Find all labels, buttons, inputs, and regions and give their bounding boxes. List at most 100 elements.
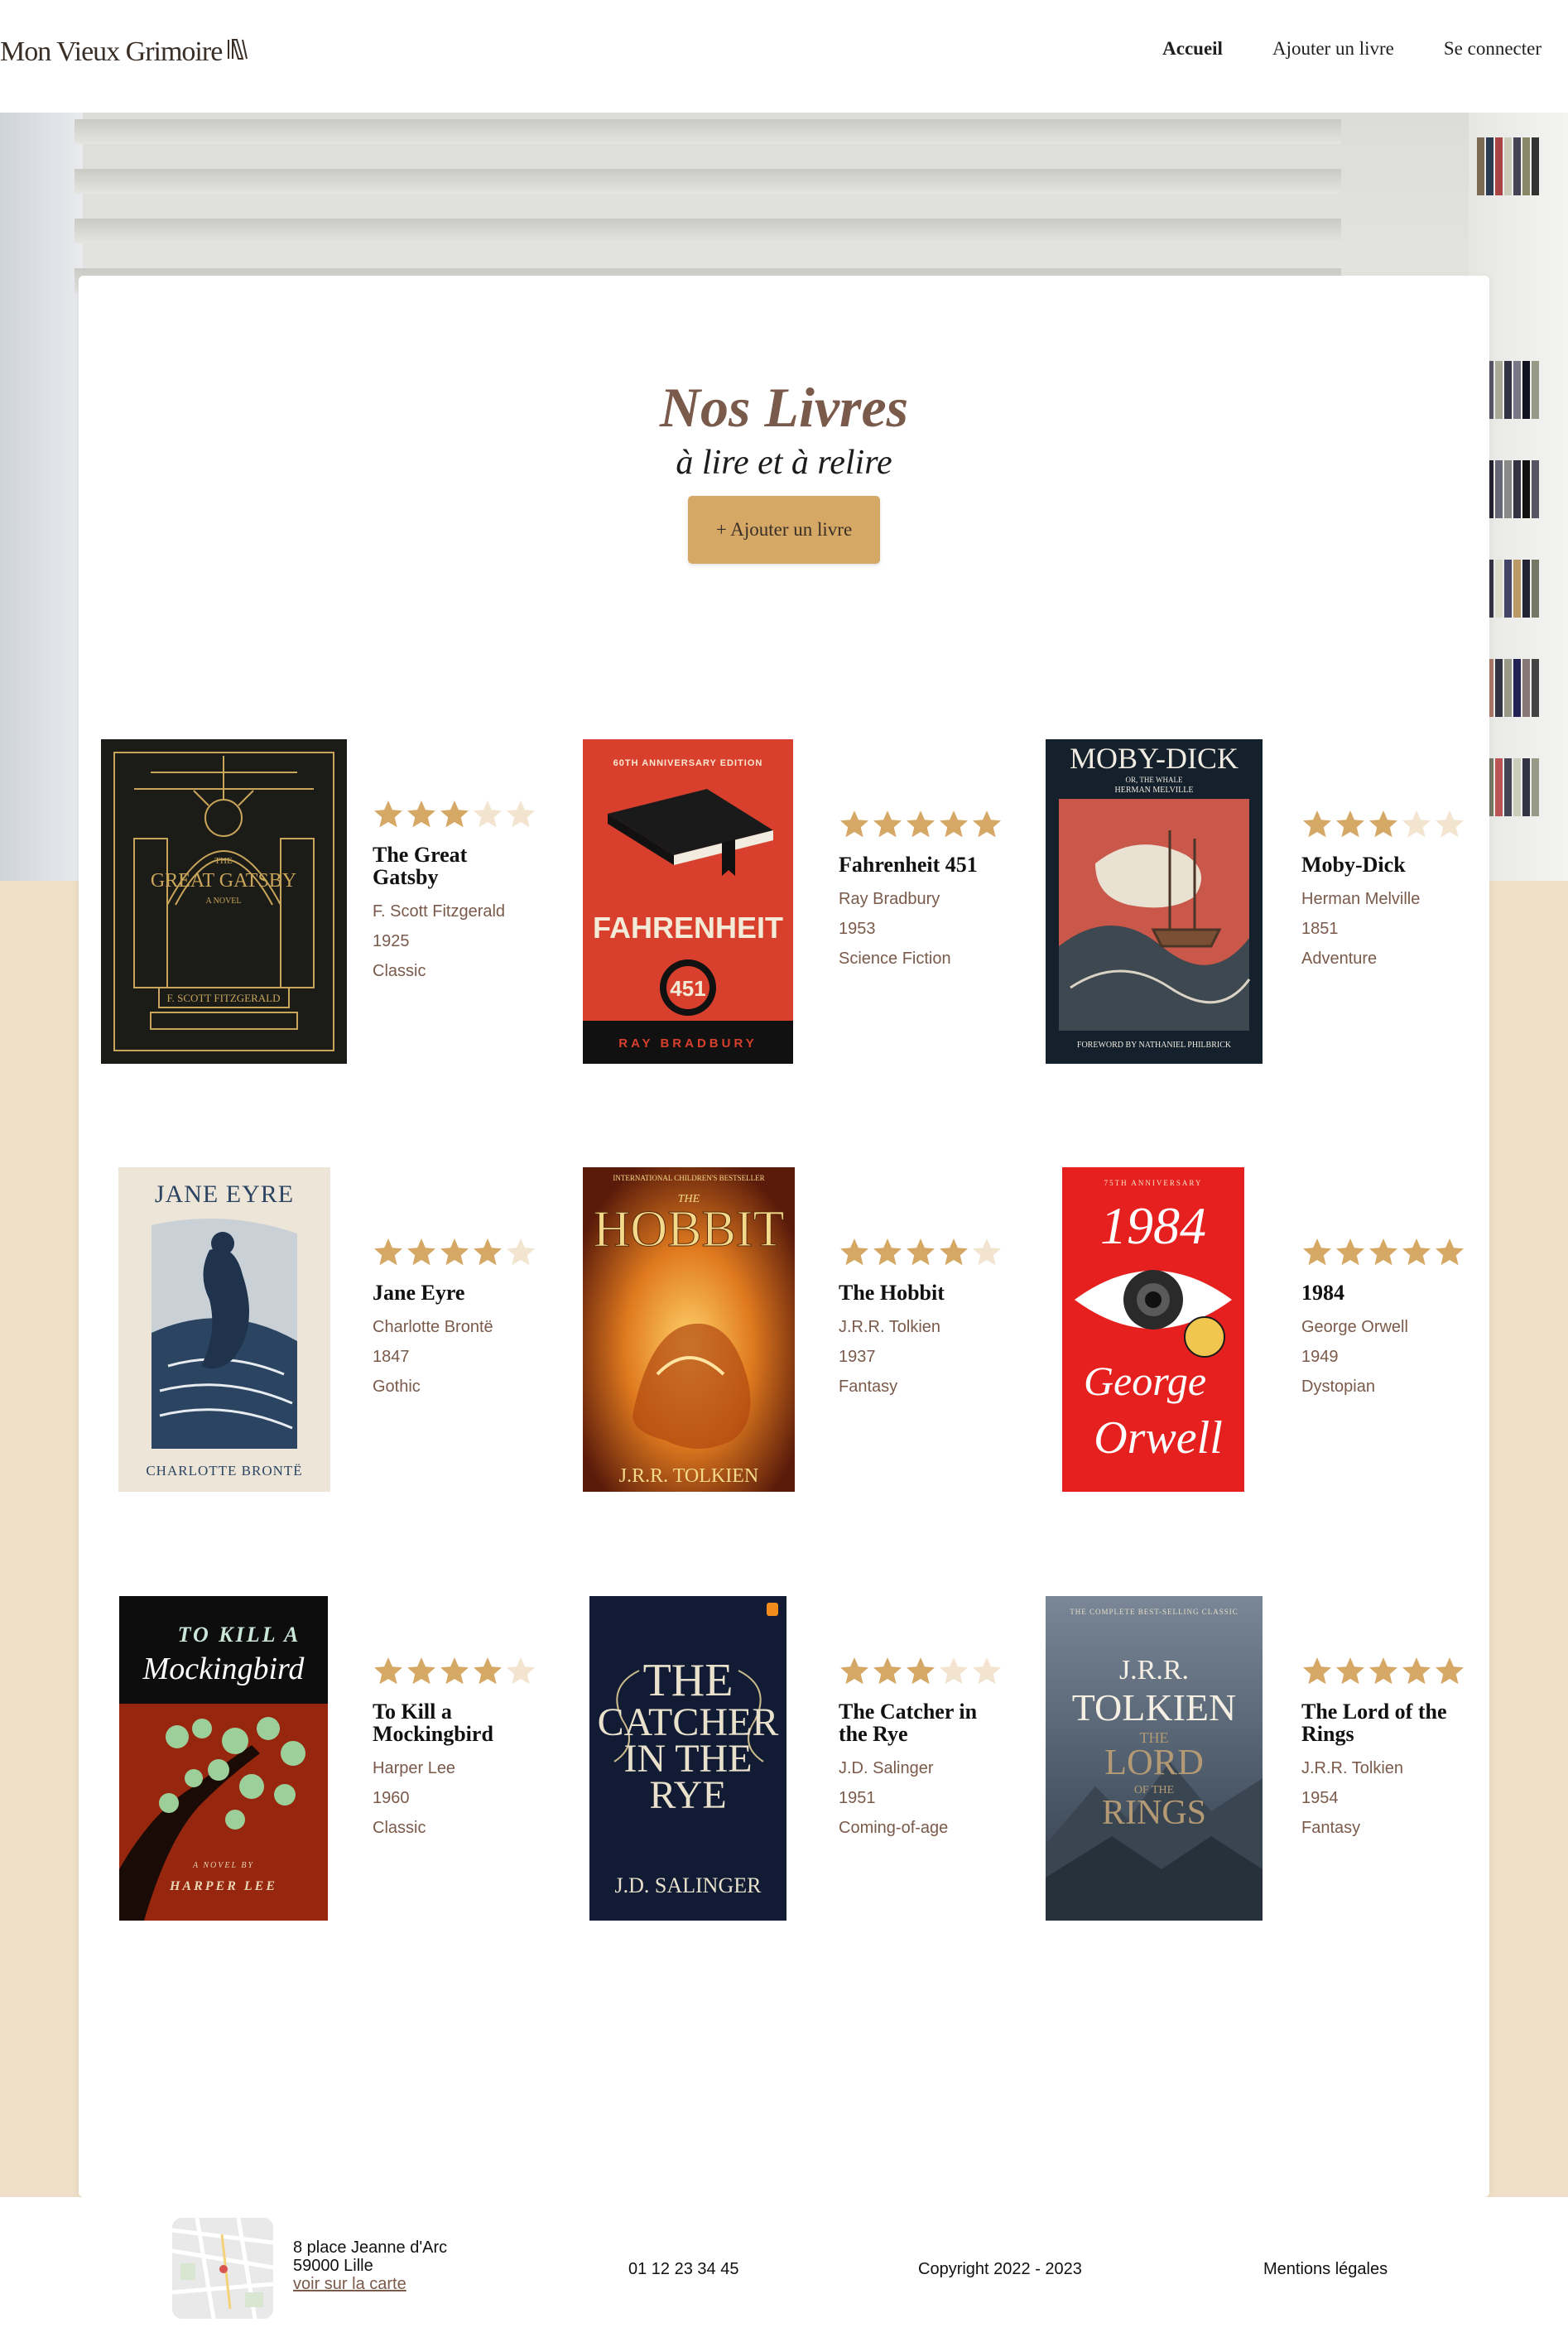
book-info: The Hobbit J.R.R. Tolkien 1937 Fantasy [839,1237,1003,1402]
book-cover[interactable]: JANE EYRE CHARLOTTE BRONTË [118,1167,330,1492]
book-year: 1847 [373,1348,410,1366]
rating-stars [839,809,1003,842]
book-card[interactable]: INTERNATIONAL CHILDREN'S BESTSELLER THE … [583,1167,1046,1492]
cover-text: HARPER LEE [169,1879,277,1893]
book-cover[interactable]: MOBY-DICK OR, THE WHALE HERMAN MELVILLE … [1046,739,1263,1064]
star-filled-icon [840,1238,868,1266]
book-card[interactable]: 60TH ANNIVERSARY EDITION FAHRENHEIT 451 … [583,739,1046,1064]
cover-text: HERMAN MELVILLE [1115,786,1194,795]
cover-text: TOLKIEN [1072,1686,1236,1729]
star-filled-icon [1303,1657,1331,1685]
book-cover[interactable]: THE CATCHER IN THE RYE J.D. SALINGER [589,1596,786,1921]
logo[interactable]: Mon Vieux Grimoire [0,36,248,68]
book-year: 1937 [839,1348,876,1366]
book-cover[interactable]: THE GREAT GATSBY A NOVEL F. SCOTT FITZGE… [101,739,347,1064]
star-filled-icon [973,810,1001,838]
star-filled-icon [1402,1657,1431,1685]
book-info: Jane Eyre Charlotte Brontë 1847 Gothic [373,1237,536,1402]
book-genre: Classic [373,962,426,980]
book-card[interactable]: JANE EYRE CHARLOTTE BRONTË Jane Eyre Cha… [101,1167,565,1492]
star-empty-icon [507,801,535,828]
star-filled-icon [940,810,968,838]
book-info: To Kill a Mockingbird Harper Lee 1960 Cl… [373,1656,536,1843]
cover-text: FOREWORD BY NATHANIEL PHILBRICK [1077,1041,1232,1050]
book-cover[interactable]: 75TH ANNIVERSARY 1984 George Orwell [1062,1167,1244,1492]
map-thumbnail[interactable] [172,2218,273,2319]
book-title: To Kill a Mockingbird [373,1700,493,1746]
nav-se-connecter[interactable]: Se connecter [1444,38,1542,60]
book-cover[interactable]: 60TH ANNIVERSARY EDITION FAHRENHEIT 451 … [583,739,793,1064]
page-subtitle: à lire et à relire [676,444,892,482]
cover-text: INTERNATIONAL CHILDREN'S BESTSELLER [613,1174,764,1182]
books-card: Nos Livres à lire et à relire + Ajouter … [79,276,1489,2197]
logo-text: Mon Vieux Grimoire [0,36,223,67]
star-filled-icon [1303,810,1331,838]
book-card[interactable]: THE GREAT GATSBY A NOVEL F. SCOTT FITZGE… [101,739,565,1064]
book-title: Jane Eyre [373,1281,465,1305]
book-title: The Lord of the Rings [1301,1700,1447,1746]
book-title: Moby-Dick [1301,853,1406,877]
star-filled-icon [1336,1238,1364,1266]
book-author: J.R.R. Tolkien [1301,1759,1404,1777]
book-year: 1951 [839,1789,876,1807]
star-filled-icon [907,810,935,838]
book-card[interactable]: TO KILL A Mockingbird A NOVEL BY HARPER … [101,1596,565,1921]
star-filled-icon [407,1238,435,1266]
book-card[interactable]: THE CATCHER IN THE RYE J.D. SALINGER The… [583,1596,1046,1921]
star-filled-icon [873,810,902,838]
book-author: Herman Melville [1301,890,1421,908]
legal-link[interactable]: Mentions légales [1263,2260,1388,2279]
book-info: Fahrenheit 451 Ray Bradbury 1953 Science… [839,809,1003,974]
book-title: The Hobbit [839,1281,945,1305]
star-empty-icon [973,1238,1001,1266]
star-filled-icon [440,1657,469,1685]
hero-shelf-left [0,113,83,881]
cover-text: George [1084,1358,1206,1404]
add-book-button[interactable]: + Ajouter un livre [688,496,880,564]
book-genre: Coming-of-age [839,1819,949,1837]
cover-text: RYE [649,1773,726,1817]
cover-text: A NOVEL [205,897,241,906]
book-cover[interactable]: THE COMPLETE BEST-SELLING CLASSIC J.R.R.… [1046,1596,1263,1921]
star-filled-icon [407,801,435,828]
book-cover[interactable]: INTERNATIONAL CHILDREN'S BESTSELLER THE … [583,1167,795,1492]
book-card[interactable]: 75TH ANNIVERSARY 1984 George Orwell 1984… [1046,1167,1509,1492]
book-year: 1960 [373,1789,410,1807]
star-filled-icon [407,1657,435,1685]
star-filled-icon [907,1657,935,1685]
star-empty-icon [474,801,502,828]
star-filled-icon [440,801,469,828]
book-cover[interactable]: TO KILL A Mockingbird A NOVEL BY HARPER … [119,1596,328,1921]
star-filled-icon [1369,1238,1397,1266]
cover-text: TO KILL A [178,1623,301,1647]
book-author: J.D. Salinger [839,1759,934,1777]
rating-stars [1301,1237,1465,1270]
book-author: Ray Bradbury [839,890,940,908]
book-card[interactable]: MOBY-DICK OR, THE WHALE HERMAN MELVILLE … [1046,739,1509,1064]
rating-stars [373,799,536,832]
nav-accueil[interactable]: Accueil [1162,38,1223,60]
rating-stars [373,1656,536,1689]
star-filled-icon [1369,1657,1397,1685]
book-genre: Classic [373,1819,426,1837]
star-filled-icon [440,1238,469,1266]
nav-ajouter-livre[interactable]: Ajouter un livre [1272,38,1394,60]
book-year: 1851 [1301,920,1339,938]
star-empty-icon [1402,810,1431,838]
book-card[interactable]: THE COMPLETE BEST-SELLING CLASSIC J.R.R.… [1046,1596,1509,1921]
phone-number: 01 12 23 34 45 [628,2260,739,2278]
map-link[interactable]: voir sur la carte [293,2275,406,2293]
book-year: 1953 [839,920,876,938]
book-year: 1925 [373,932,410,950]
cover-text: GREAT GATSBY [151,870,296,892]
star-filled-icon [474,1238,502,1266]
rating-stars [1301,809,1465,842]
cover-text: J.R.R. TOLKIEN [619,1465,758,1487]
cover-text: THE COMPLETE BEST-SELLING CLASSIC [1070,1608,1238,1616]
cover-text: A NOVEL BY [192,1861,254,1870]
rating-stars [839,1656,1003,1689]
star-filled-icon [1369,810,1397,838]
star-filled-icon [1436,1238,1464,1266]
star-empty-icon [940,1657,968,1685]
star-filled-icon [1436,1657,1464,1685]
